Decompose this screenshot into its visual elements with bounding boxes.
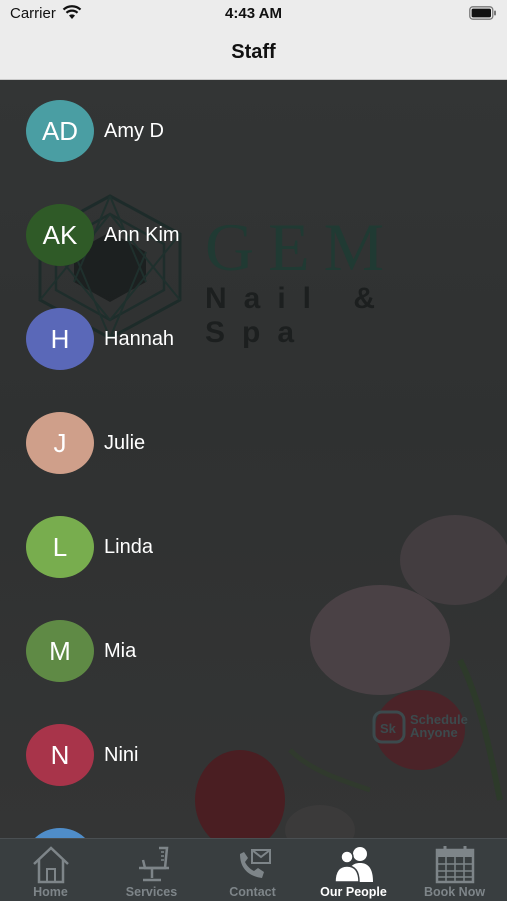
staff-row-amy-d[interactable]: AD Amy D xyxy=(0,80,507,184)
tab-label: Services xyxy=(125,885,178,899)
phone-envelope-icon xyxy=(240,849,271,878)
staff-name: Julie xyxy=(104,432,146,454)
clock: 4:43 AM xyxy=(225,5,282,22)
barber-chair-icon xyxy=(139,846,169,882)
avatar: AD xyxy=(26,100,94,162)
staff-list[interactable]: GEM Nail & Spa Sk Schedule Anyone AD Amy… xyxy=(0,80,507,838)
staff-name: Nini xyxy=(104,744,139,766)
battery-icon xyxy=(469,6,496,20)
tab-services[interactable]: Services xyxy=(101,839,202,901)
avatar: AK xyxy=(26,204,94,266)
tab-our-people[interactable]: Our People xyxy=(303,839,404,901)
avatar xyxy=(26,828,94,838)
staff-row-linda[interactable]: L Linda xyxy=(0,496,507,600)
house-icon xyxy=(33,846,69,884)
status-bar: Carrier 4:43 AM xyxy=(0,0,507,28)
staff-row-hannah[interactable]: H Hannah xyxy=(0,288,507,392)
tab-label: Our People xyxy=(320,885,387,899)
tab-label: Book Now xyxy=(423,885,486,899)
avatar: L xyxy=(26,516,94,578)
avatar: H xyxy=(26,308,94,370)
tab-label: Home xyxy=(33,885,68,899)
tab-bar: Home Services Contact Our People Book No… xyxy=(0,838,507,901)
staff-name: Hannah xyxy=(104,328,175,350)
staff-name: Linda xyxy=(104,536,153,558)
people-icon xyxy=(334,847,373,883)
tab-book-now[interactable]: Book Now xyxy=(404,839,505,901)
staff-row-partial[interactable] xyxy=(0,808,507,838)
avatar: J xyxy=(26,412,94,474)
navigation-bar: Staff xyxy=(0,28,507,80)
staff-name: Ann Kim xyxy=(104,224,180,246)
tab-label: Contact xyxy=(229,885,276,899)
staff-row-nini[interactable]: N Nini xyxy=(0,704,507,808)
page-title: Staff xyxy=(231,41,276,63)
avatar: N xyxy=(26,724,94,786)
avatar: M xyxy=(26,620,94,682)
staff-name: Mia xyxy=(104,640,137,662)
staff-row-ann-kim[interactable]: AK Ann Kim xyxy=(0,184,507,288)
staff-row-julie[interactable]: J Julie xyxy=(0,392,507,496)
staff-row-mia[interactable]: M Mia xyxy=(0,600,507,704)
tab-contact[interactable]: Contact xyxy=(202,839,303,901)
tab-home[interactable]: Home xyxy=(0,839,101,901)
calendar-icon xyxy=(435,846,475,884)
staff-name: Amy D xyxy=(104,120,164,142)
